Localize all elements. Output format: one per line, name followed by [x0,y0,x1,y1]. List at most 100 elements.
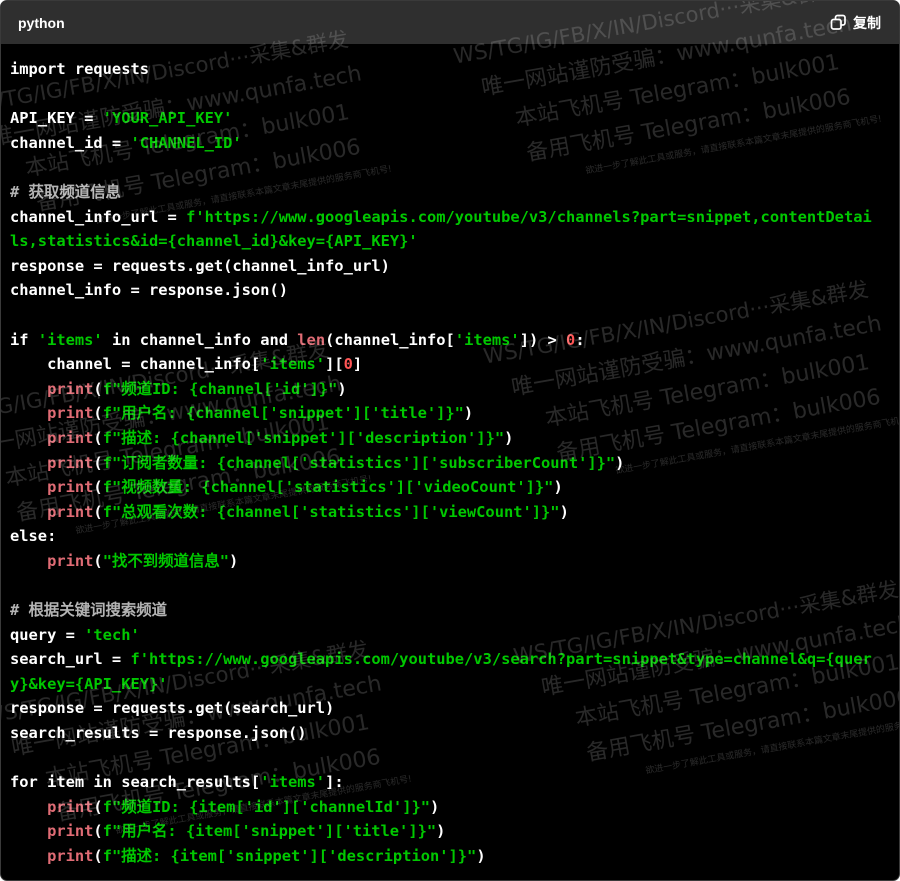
code-token: print [47,404,94,423]
code-token: ) [559,502,569,521]
code-token: print [47,428,94,447]
code-token: "找不到频道信息" [102,551,229,570]
code-token: print [47,379,94,398]
code-token: print [47,453,94,472]
code-token: query = [10,625,85,644]
code-line: print(f"总观看次数: {channel['statistics']['v… [10,500,872,525]
code-line: y}&key={API_KEY}' [10,672,872,697]
code-token: f"描述: {item['snippet']['description']}" [102,847,477,865]
code-token: if [10,330,38,349]
code-token: response = requests.get(channel_info_url… [10,256,390,275]
code-token: for item in search_results[ [10,773,261,792]
code-token: 'items' [260,773,326,792]
code-line: import requests [10,57,872,82]
code-line: for item in search_results['items']: [10,770,872,795]
code-token: else: [10,527,57,546]
code-token: channel_info_url = [10,207,187,226]
code-line: print(f"描述: {channel['snippet']['descrip… [10,426,872,451]
code-line: API_KEY = 'YOUR_API_KEY' [10,106,872,131]
code-token: ) [476,847,486,865]
code-token: ( [93,822,103,841]
code-token: # 根据关键词搜索频道 [10,601,168,620]
code-token: f"视频数量: {channel['statistics']['videoCou… [102,478,554,497]
code-token: f'https://www.googleapis.com/youtube/v3/… [186,207,872,226]
code-token: len [297,330,326,349]
code-token: 'YOUR_API_KEY' [102,109,233,128]
code-token: f"频道ID: {channel['id']}" [102,379,338,398]
code-line: channel_id = 'CHANNEL_ID' [10,131,872,156]
code-line: print(f"频道ID: {channel['id']}") [10,377,872,402]
code-token: channel_info = response.json() [10,281,288,300]
code-token: f"用户名: {channel['snippet']['title']}" [102,404,464,423]
code-content[interactable]: import requests API_KEY = 'YOUR_API_KEY'… [10,57,872,869]
code-token: print [47,797,94,816]
code-line: print(f"视频数量: {channel['statistics']['vi… [10,475,872,500]
code-token: ) [436,822,446,841]
code-line: response = requests.get(search_url) [10,696,872,721]
code-line: print(f"频道ID: {item['id']['channelId']}"… [10,795,872,820]
code-token: ( [93,797,103,816]
code-token: search_results = response.json() [10,724,307,743]
code-token: 'items' [260,355,326,374]
code-line: ls,statistics&id={channel_id}&key={API_K… [10,229,872,254]
code-token: 'items' [37,330,103,349]
code-token: ( [93,379,103,398]
code-token: ( [93,551,103,570]
copy-label: 复制 [853,15,881,32]
code-line: channel = channel_info['items'][0] [10,352,872,377]
code-line: search_results = response.json() [10,721,872,746]
code-token: # 获取频道信息 [10,182,121,201]
code-token: ( [93,428,103,447]
code-token: ) [553,478,563,497]
code-line: print(f"用户名: {channel['snippet']['title'… [10,401,872,426]
code-token: 0 [566,330,576,349]
code-token: 0 [343,355,353,374]
code-token: response = requests.get(search_url) [10,699,335,718]
code-line: channel_info = response.json() [10,278,872,303]
code-token: ( [93,453,103,472]
code-line: print("找不到频道信息") [10,549,872,574]
code-token: ]: [325,773,344,792]
code-token: ]) > [519,330,567,349]
code-token: : [575,330,585,349]
code-token: 'items' [454,330,520,349]
code-token: f"频道ID: {item['id']['channelId']}" [102,797,430,816]
code-token: print [47,847,94,865]
code-block-header: python 复制 [1,1,899,44]
code-line: print(f"描述: {item['snippet']['descriptio… [10,844,872,869]
code-token: ][ [325,355,344,374]
language-label: python [18,14,65,31]
code-line: # 根据关键词搜索频道 [10,598,872,623]
code-token: y}&key={API_KEY}' [10,674,168,693]
code-line: # 获取频道信息 [10,180,872,205]
code-token: f"用户名: {item['snippet']['title']}" [102,822,437,841]
code-token: ) [228,551,239,570]
code-token: ( [93,478,103,497]
code-token: f"描述: {channel['snippet']['description']… [102,428,505,447]
code-token: ] [352,355,363,374]
code-token: f"订阅者数量: {channel['statistics']['subscri… [102,453,616,472]
copy-button[interactable]: 复制 [830,13,881,33]
code-token: import requests [10,60,149,78]
code-token: ( [93,404,103,423]
code-line: query = 'tech' [10,623,872,648]
code-token: ) [504,428,514,447]
code-token: in channel_info and [102,330,298,349]
code-token: f'https://www.googleapis.com/youtube/v3/… [130,650,872,669]
code-line: else: [10,524,872,549]
code-line: print(f"订阅者数量: {channel['statistics']['s… [10,451,872,476]
code-token: f"总观看次数: {channel['statistics']['viewCou… [102,502,560,521]
code-line: search_url = f'https://www.googleapis.co… [10,647,872,672]
code-line: channel_info_url = f'https://www.googlea… [10,205,872,230]
